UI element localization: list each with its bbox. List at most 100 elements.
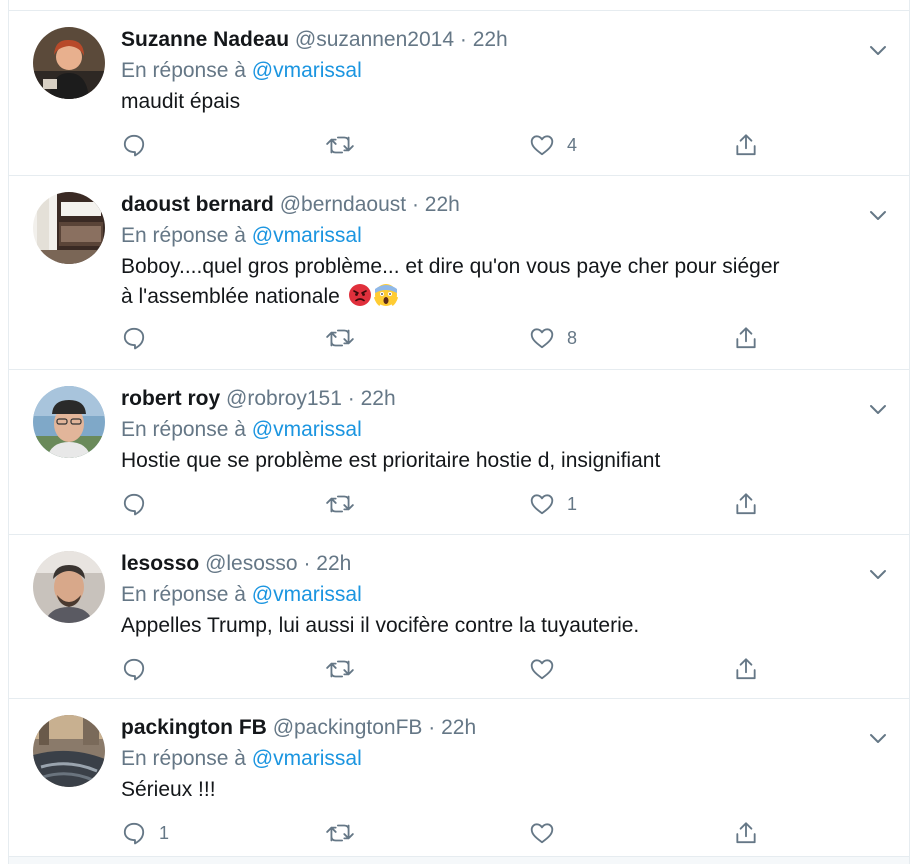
tweet-actions — [121, 653, 885, 685]
retweet-arrows-icon — [326, 136, 354, 154]
tweet[interactable]: lesosso @lesosso · 22h En réponse à @vma… — [9, 535, 909, 699]
timeline-bottom-edge — [9, 856, 909, 864]
like-count: 8 — [567, 327, 578, 348]
reply-button[interactable] — [121, 653, 159, 685]
avatar[interactable] — [33, 27, 105, 99]
reply-mention-link[interactable]: @vmarissal — [252, 747, 362, 770]
like-button[interactable] — [529, 653, 567, 685]
like-button[interactable]: 4 — [529, 129, 577, 161]
reply-prefix: En réponse à — [121, 224, 246, 247]
avatar[interactable] — [33, 715, 105, 787]
tweet-actions: 8 — [121, 322, 885, 354]
tweet[interactable]: packington FB @packingtonFB · 22h En rép… — [9, 699, 909, 856]
retweet-button[interactable] — [325, 653, 367, 685]
chevron-down-icon[interactable] — [867, 39, 889, 61]
author-name[interactable]: packington FB — [121, 716, 267, 739]
retweet-arrows-icon — [326, 329, 354, 347]
avatar[interactable] — [33, 192, 105, 264]
retweet-button[interactable] — [325, 322, 367, 354]
tweet-text: Sérieux !!! — [121, 778, 216, 801]
timestamp[interactable]: 22h — [441, 716, 476, 739]
separator-dot: · — [459, 28, 467, 51]
author-name[interactable]: robert roy — [121, 387, 220, 410]
share-upload-icon — [736, 327, 756, 349]
tweet-text-fragment: à l'assemblée nationale — [121, 285, 340, 308]
retweet-arrows-icon — [326, 824, 354, 842]
separator-dot: · — [347, 387, 355, 410]
timestamp[interactable]: 22h — [361, 387, 396, 410]
reply-bubble-icon — [123, 327, 145, 350]
author-handle[interactable]: @robroy151 — [226, 387, 342, 410]
avatar[interactable] — [33, 386, 105, 458]
share-upload-icon — [736, 658, 756, 680]
tweet-text: Boboy....quel gros problème... et dire q… — [121, 252, 885, 312]
author-name[interactable]: Suzanne Nadeau — [121, 28, 289, 51]
reply-bubble-icon — [123, 134, 145, 157]
heart-icon — [530, 328, 554, 349]
reply-prefix: En réponse à — [121, 418, 246, 441]
share-upload-icon — [736, 822, 756, 844]
screaming-face-emoji — [373, 284, 398, 306]
heart-icon — [530, 659, 554, 680]
tweet-actions: 4 — [121, 129, 885, 161]
chevron-down-icon[interactable] — [867, 204, 889, 226]
reply-bubble-icon — [123, 493, 145, 516]
share-upload-icon — [736, 493, 756, 515]
heart-icon — [530, 135, 554, 156]
reply-prefix: En réponse à — [121, 583, 246, 606]
reply-prefix: En réponse à — [121, 59, 246, 82]
reply-button[interactable]: 1 — [121, 817, 169, 849]
tweet[interactable]: robert roy @robroy151 · 22h En réponse à… — [9, 370, 909, 535]
reply-button[interactable] — [121, 488, 159, 520]
chevron-down-icon[interactable] — [867, 563, 889, 585]
share-upload-icon — [736, 134, 756, 156]
like-button[interactable]: 8 — [529, 322, 577, 354]
reply-button[interactable] — [121, 129, 159, 161]
author-name[interactable]: lesosso — [121, 552, 199, 575]
tweet-text-line: Boboy....quel gros problème... et dire q… — [121, 255, 780, 278]
author-handle[interactable]: @lesosso — [205, 552, 298, 575]
like-count: 4 — [567, 134, 578, 155]
timestamp[interactable]: 22h — [473, 28, 508, 51]
like-button[interactable]: 1 — [529, 488, 577, 520]
chevron-down-icon[interactable] — [867, 727, 889, 749]
retweet-button[interactable] — [325, 488, 367, 520]
author-handle[interactable]: @packingtonFB — [273, 716, 423, 739]
retweet-arrows-icon — [326, 660, 354, 678]
author-name[interactable]: daoust bernard — [121, 193, 274, 216]
retweet-button[interactable] — [325, 817, 367, 849]
author-handle[interactable]: @suzannen2014 — [295, 28, 454, 51]
tweet[interactable]: daoust bernard @berndaoust · 22h En répo… — [9, 176, 909, 370]
reply-prefix: En réponse à — [121, 747, 246, 770]
like-button[interactable] — [529, 817, 567, 849]
share-button[interactable] — [733, 129, 759, 161]
author-handle[interactable]: @berndaoust — [280, 193, 406, 216]
share-button[interactable] — [733, 817, 759, 849]
tweet[interactable]: Suzanne Nadeau @suzannen2014 · 22h En ré… — [9, 11, 909, 176]
reply-mention-link[interactable]: @vmarissal — [252, 224, 362, 247]
tweet-text-line: à l'assemblée nationale — [121, 282, 885, 312]
reply-mention-link[interactable]: @vmarissal — [252, 583, 362, 606]
heart-icon — [530, 494, 554, 515]
share-button[interactable] — [733, 488, 759, 520]
like-count: 1 — [567, 493, 578, 514]
tweet-text: Hostie que se problème est prioritaire h… — [121, 449, 661, 472]
reply-mention-link[interactable]: @vmarissal — [252, 59, 362, 82]
separator-dot: · — [303, 552, 311, 575]
retweet-button[interactable] — [325, 129, 367, 161]
tweet-actions: 1 — [121, 488, 885, 520]
timestamp[interactable]: 22h — [425, 193, 460, 216]
share-button[interactable] — [733, 653, 759, 685]
separator-dot: · — [411, 193, 419, 216]
reply-bubble-icon — [123, 822, 145, 845]
reply-mention-link[interactable]: @vmarissal — [252, 418, 362, 441]
chevron-down-icon[interactable] — [867, 398, 889, 420]
reply-button[interactable] — [121, 322, 159, 354]
heart-icon — [530, 823, 554, 844]
tweet-text: Appelles Trump, lui aussi il vocifère co… — [121, 614, 640, 637]
angry-face-emoji — [348, 284, 371, 306]
retweet-arrows-icon — [326, 495, 354, 513]
avatar[interactable] — [33, 551, 105, 623]
share-button[interactable] — [733, 322, 759, 354]
timestamp[interactable]: 22h — [316, 552, 351, 575]
